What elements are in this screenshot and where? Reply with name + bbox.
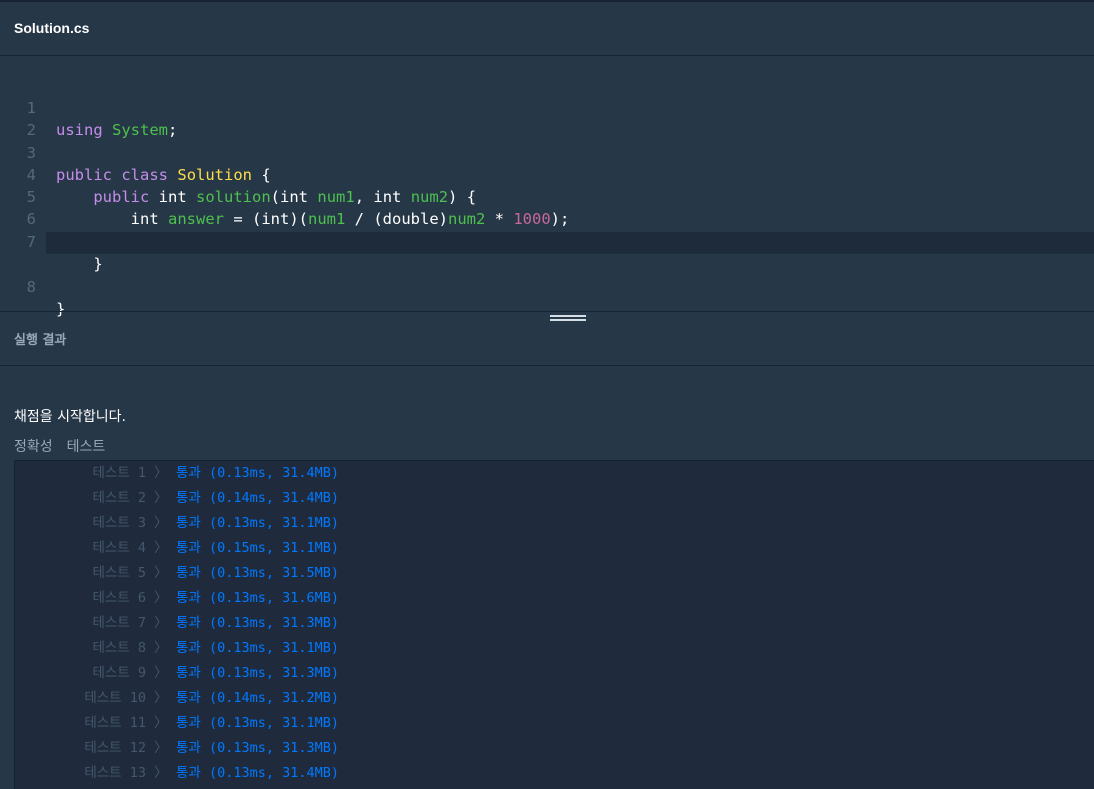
chevron-right-icon: 〉 xyxy=(154,565,168,581)
test-row: 테스트 1 〉 통과 (0.13ms, 31.4MB) xyxy=(15,461,1094,486)
chevron-right-icon: 〉 xyxy=(154,640,168,656)
test-label: 테스트 4 xyxy=(92,540,146,556)
test-label: 테스트 10 xyxy=(84,690,146,706)
test-result: 통과 (0.13ms, 31.4MB) xyxy=(176,465,340,481)
file-tab-title[interactable]: Solution.cs xyxy=(14,20,89,36)
code-line[interactable]: 5 int answer = (int)(num1 / (double)num2… xyxy=(0,164,1094,228)
chevron-right-icon: 〉 xyxy=(154,615,168,631)
chevron-right-icon: 〉 xyxy=(154,590,168,606)
test-row: 테스트 2 〉 통과 (0.14ms, 31.4MB) xyxy=(15,486,1094,511)
file-tab-bar: Solution.cs xyxy=(0,2,1094,56)
test-result: 통과 (0.13ms, 31.3MB) xyxy=(176,615,340,631)
chevron-right-icon: 〉 xyxy=(154,715,168,731)
test-label: 테스트 11 xyxy=(84,715,146,731)
test-label: 테스트 5 xyxy=(92,565,146,581)
result-panel: 채점을 시작합니다. 정확성 테스트 테스트 1 〉 통과 (0.13ms, 31… xyxy=(0,366,1094,789)
chevron-right-icon: 〉 xyxy=(154,740,168,756)
code-line[interactable]: 7 } xyxy=(0,209,1094,273)
line-number: 8 xyxy=(26,278,36,296)
test-row: 테스트 4 〉 통과 (0.15ms, 31.1MB) xyxy=(15,536,1094,561)
test-row: 테스트 3 〉 통과 (0.13ms, 31.1MB) xyxy=(15,511,1094,536)
test-row: 테스트 5 〉 통과 (0.13ms, 31.5MB) xyxy=(15,561,1094,586)
test-label: 테스트 1 xyxy=(92,465,146,481)
chevron-right-icon: 〉 xyxy=(154,490,168,506)
test-result: 통과 (0.13ms, 31.5MB) xyxy=(176,565,340,581)
test-result: 통과 (0.13ms, 31.4MB) xyxy=(176,765,340,781)
test-row: 테스트 10 〉 통과 (0.14ms, 31.2MB) xyxy=(15,686,1094,711)
test-label: 테스트 8 xyxy=(92,640,146,656)
chevron-right-icon: 〉 xyxy=(154,665,168,681)
code-editor[interactable]: 1 using System; 2 3 public class Solutio… xyxy=(0,56,1094,318)
test-label: 테스트 3 xyxy=(92,515,146,531)
chevron-right-icon: 〉 xyxy=(154,540,168,556)
test-row: 테스트 13 〉 통과 (0.13ms, 31.4MB) xyxy=(15,761,1094,786)
code-line[interactable]: 4 public int solution(int num1, int num2… xyxy=(0,142,1094,206)
test-result: 통과 (0.13ms, 31.1MB) xyxy=(176,515,340,531)
test-row: 테스트 11 〉 통과 (0.13ms, 31.1MB) xyxy=(15,711,1094,736)
code-line[interactable]: 3 public class Solution { xyxy=(0,120,1094,184)
test-row: 테스트 7 〉 통과 (0.13ms, 31.3MB) xyxy=(15,611,1094,636)
test-row: 테스트 12 〉 통과 (0.13ms, 31.3MB) xyxy=(15,736,1094,761)
test-label: 테스트 7 xyxy=(92,615,146,631)
test-result: 통과 (0.15ms, 31.1MB) xyxy=(176,540,340,556)
test-result: 통과 (0.13ms, 31.3MB) xyxy=(176,740,340,756)
test-row: 테스트 6 〉 통과 (0.13ms, 31.6MB) xyxy=(15,586,1094,611)
test-result: 통과 (0.13ms, 31.6MB) xyxy=(176,590,340,606)
chevron-right-icon: 〉 xyxy=(154,690,168,706)
code-text: } xyxy=(56,255,103,273)
test-label: 테스트 2 xyxy=(92,490,146,506)
test-result: 통과 (0.13ms, 31.1MB) xyxy=(176,640,340,656)
chevron-right-icon: 〉 xyxy=(154,765,168,781)
active-line-highlight xyxy=(46,232,1094,254)
section-label: 정확성 테스트 xyxy=(14,439,106,455)
test-result: 통과 (0.14ms, 31.2MB) xyxy=(176,690,340,706)
test-label: 테스트 9 xyxy=(92,665,146,681)
chevron-right-icon: 〉 xyxy=(154,465,168,481)
test-row: 테스트 8 〉 통과 (0.13ms, 31.1MB) xyxy=(15,636,1094,661)
code-line-active[interactable]: 8 } xyxy=(0,232,1094,318)
result-header: 실행 결과 xyxy=(0,312,1094,366)
chevron-right-icon: 〉 xyxy=(154,515,168,531)
test-results-table[interactable]: 테스트 1 〉 통과 (0.13ms, 31.4MB) 테스트 2 〉 통과 (… xyxy=(14,460,1094,789)
test-result: 통과 (0.14ms, 31.4MB) xyxy=(176,490,340,506)
code-line[interactable]: 1 using System; xyxy=(0,75,1094,139)
grading-message: 채점을 시작합니다. xyxy=(14,409,126,425)
result-title: 실행 결과 xyxy=(14,333,67,348)
test-label: 테스트 13 xyxy=(84,765,146,781)
code-line[interactable]: 2 xyxy=(0,97,1094,139)
test-label: 테스트 6 xyxy=(92,590,146,606)
test-result: 통과 (0.13ms, 31.3MB) xyxy=(176,665,340,681)
test-row: 테스트 9 〉 통과 (0.13ms, 31.3MB) xyxy=(15,661,1094,686)
test-label: 테스트 12 xyxy=(84,740,146,756)
code-line[interactable]: 6 return answer; xyxy=(0,186,1094,250)
test-result: 통과 (0.13ms, 31.1MB) xyxy=(176,715,340,731)
